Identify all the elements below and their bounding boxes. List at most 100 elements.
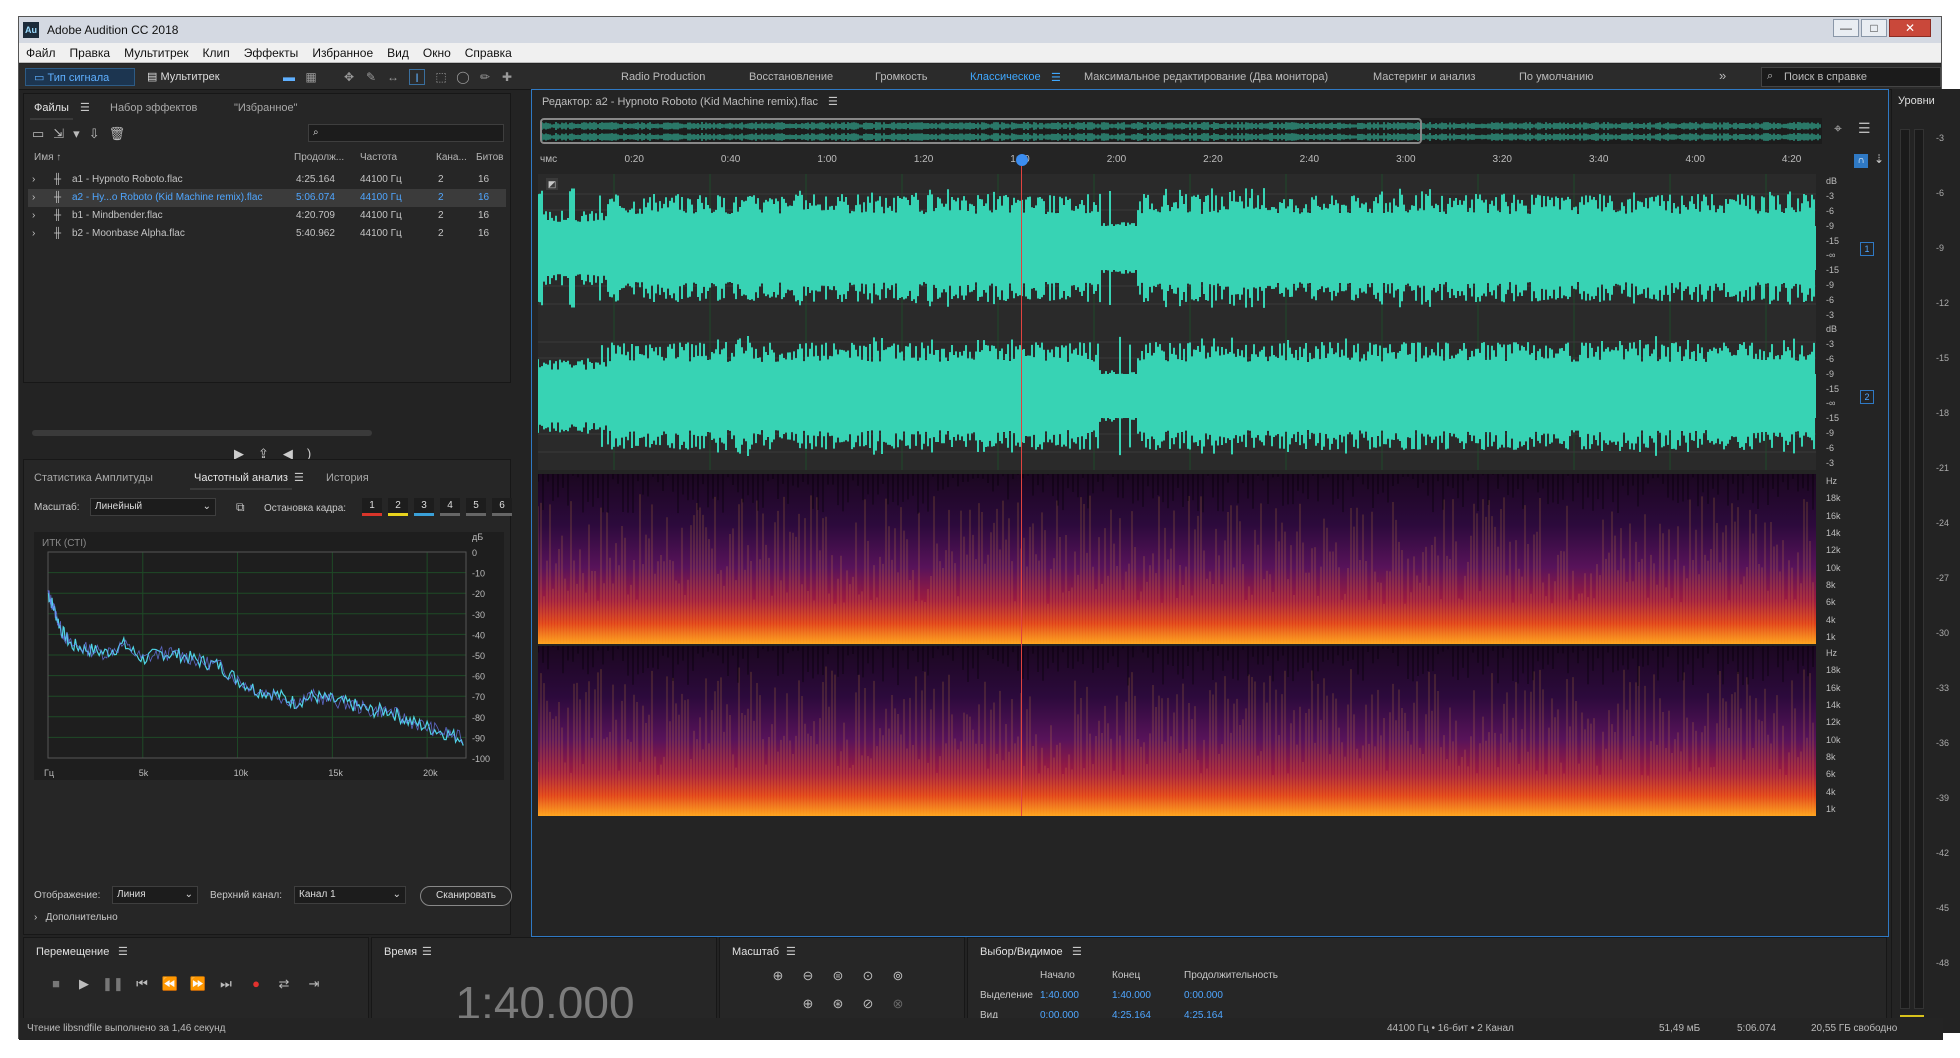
analysis-menu-icon[interactable]: ☰ (294, 471, 304, 484)
spectral-display-icon[interactable]: ▬ (281, 69, 297, 85)
menu-file[interactable]: Файл (19, 43, 63, 63)
time-selection-tool-icon[interactable]: I (409, 69, 425, 85)
list-icon[interactable]: ☰ (1858, 120, 1871, 137)
workspace-loudness[interactable]: Громкость (875, 71, 927, 83)
col-duration[interactable]: Продолж... (294, 152, 344, 163)
selection-duration[interactable]: 0:00.000 (1184, 990, 1223, 1001)
file-row[interactable]: › ╫ b2 - Moonbase Alpha.flac 5:40.962 441… (28, 225, 506, 243)
zoom-disabled-icon[interactable]: ⊗ (888, 996, 908, 1012)
tab-effects-rack[interactable]: Набор эффектов (110, 102, 197, 114)
overview-bar[interactable] (539, 118, 1822, 144)
forward-button[interactable]: ⏩ (188, 976, 208, 992)
zoom-menu-icon[interactable]: ☰ (786, 945, 796, 958)
zoom-out-full-icon[interactable]: ⊜ (828, 968, 848, 984)
freeze-slot-2[interactable]: 2 (388, 498, 408, 516)
to-start-button[interactable]: ⏮ (132, 976, 152, 992)
loop-button[interactable]: ⇄ (274, 976, 294, 992)
selection-end[interactable]: 1:40.000 (1112, 990, 1151, 1001)
skip-selection-button[interactable]: ⇥ (304, 976, 324, 992)
zoom-to-selection-icon[interactable]: ⊕ (798, 996, 818, 1012)
selection-start[interactable]: 1:40.000 (1040, 990, 1079, 1001)
workspace-menu-icon[interactable]: ☰ (1051, 71, 1061, 84)
waveform-channel-1[interactable]: ◩ (537, 174, 1863, 322)
razor-tool-icon[interactable]: ✎ (363, 69, 379, 85)
scan-button[interactable]: Сканировать (420, 886, 512, 906)
workspace-classic[interactable]: Классическое (970, 71, 1041, 83)
files-scrollbar[interactable] (32, 430, 372, 436)
workspace-max-edit[interactable]: Максимальное редактирование (Два монитор… (1084, 71, 1328, 83)
freeze-frame-icon[interactable]: ⧉ (236, 500, 245, 515)
workspace-overflow-icon[interactable]: » (1719, 68, 1726, 83)
spectrogram-channel-2[interactable] (537, 646, 1816, 816)
marquee-tool-icon[interactable]: ⬚ (433, 69, 449, 85)
play-button[interactable]: ▶ (74, 976, 94, 992)
help-search-input[interactable]: ⌕ Поиск в справке (1761, 67, 1941, 87)
expand-icon[interactable]: › (32, 192, 35, 203)
workspace-mastering[interactable]: Мастеринг и анализ (1373, 71, 1475, 83)
display-select[interactable]: Линия ⌄ (112, 886, 198, 904)
freeze-slot-4[interactable]: 4 (440, 498, 460, 516)
selection-menu-icon[interactable]: ☰ (1072, 945, 1082, 958)
playhead-handle[interactable] (1016, 154, 1028, 166)
playhead-line[interactable] (1021, 166, 1022, 816)
zoom-in-left-icon[interactable]: ⊛ (828, 996, 848, 1012)
menu-view[interactable]: Вид (380, 43, 416, 63)
file-row[interactable]: › ╫ a1 - Hypnoto Roboto.flac 4:25.164 441… (28, 171, 506, 189)
pause-button[interactable]: ❚❚ (102, 976, 124, 992)
file-actions-icons[interactable]: ▭⇲▾⇩🗑 (32, 126, 134, 142)
tab-frequency-analysis[interactable]: Частотный анализ (190, 472, 292, 490)
waveform-mode-button[interactable]: ▭ Тип сигнала (25, 68, 135, 86)
snap-icon[interactable]: ∩ (1854, 154, 1868, 168)
freeze-slot-6[interactable]: 6 (492, 498, 512, 516)
files-panel-menu-icon[interactable]: ☰ (80, 101, 90, 114)
scale-select[interactable]: Линейный ⌄ (90, 498, 216, 516)
stop-button[interactable]: ■ (46, 976, 66, 991)
file-search-input[interactable]: ⌕ (308, 124, 504, 142)
zoom-in-icon[interactable]: ⌖ (1834, 120, 1842, 137)
move-tool-icon[interactable]: ✥ (341, 69, 357, 85)
workspace-radio-production[interactable]: Radio Production (621, 71, 705, 83)
clip-gain-icon[interactable]: ◩ (546, 178, 558, 190)
to-end-button[interactable]: ⏭ (216, 976, 236, 992)
brush-tool-icon[interactable]: ✏ (477, 69, 493, 85)
menu-help[interactable]: Справка (458, 43, 519, 63)
time-menu-icon[interactable]: ☰ (422, 945, 432, 958)
zoom-in-time-icon[interactable]: ⊙ (858, 968, 878, 984)
tab-history[interactable]: История (326, 472, 369, 484)
advanced-toggle[interactable]: › Дополнительно (34, 912, 118, 923)
expand-icon[interactable]: › (32, 174, 35, 185)
menu-window[interactable]: Окно (416, 43, 458, 63)
spectrogram-channel-1[interactable] (537, 474, 1816, 644)
zoom-in-amplitude-icon[interactable]: ⊕ (768, 968, 788, 984)
record-button[interactable]: ● (246, 976, 266, 991)
zoom-in-right-icon[interactable]: ⊘ (858, 996, 878, 1012)
maximize-button[interactable]: □ (1861, 19, 1887, 37)
waveform-channel-2[interactable] (537, 322, 1863, 470)
workspace-default[interactable]: По умолчанию (1519, 71, 1593, 83)
rewind-button[interactable]: ⏪ (160, 976, 180, 992)
zoom-out-time-icon[interactable]: ⊚ (888, 968, 908, 984)
pitch-display-icon[interactable]: ▦ (303, 69, 319, 85)
col-channels[interactable]: Кана... (436, 152, 467, 163)
tab-amplitude-stats[interactable]: Статистика Амплитуды (34, 472, 153, 484)
expand-icon[interactable]: › (32, 228, 35, 239)
freeze-slot-1[interactable]: 1 (362, 498, 382, 516)
menu-effects[interactable]: Эффекты (237, 43, 306, 63)
pin-icon[interactable]: ⇣ (1874, 152, 1884, 166)
spot-healing-icon[interactable]: ✚ (499, 69, 515, 85)
tab-favorites[interactable]: "Избранное" (234, 102, 298, 114)
minimize-button[interactable]: — (1833, 19, 1859, 37)
channel-1-toggle[interactable]: 1 (1860, 242, 1874, 256)
file-row[interactable]: › ╫ b1 - Mindbender.flac 4:20.709 44100 Г… (28, 207, 506, 225)
col-name[interactable]: Имя ↑ (34, 152, 61, 163)
menu-favorites[interactable]: Избранное (305, 43, 380, 63)
col-rate[interactable]: Частота (360, 152, 397, 163)
timeline-ruler[interactable]: чмс 0:200:401:001:201:402:002:202:403:00… (532, 154, 1852, 172)
menu-multitrack[interactable]: Мультитрек (117, 43, 195, 63)
channel-2-toggle[interactable]: 2 (1860, 390, 1874, 404)
workspace-restoration[interactable]: Восстановление (749, 71, 833, 83)
tab-files[interactable]: Файлы (30, 102, 73, 120)
slip-tool-icon[interactable]: ↔ (385, 69, 401, 85)
close-button[interactable]: ✕ (1889, 19, 1931, 37)
col-bits[interactable]: Битов (476, 152, 504, 163)
